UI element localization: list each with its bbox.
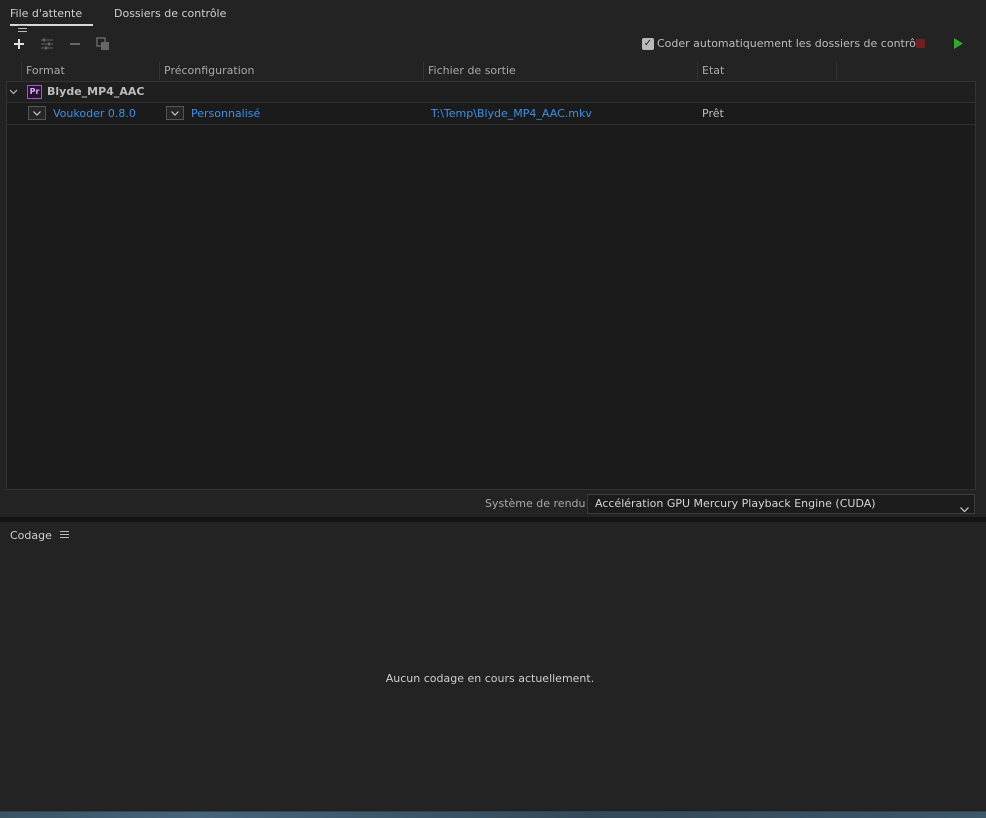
taskbar-strip-gradient <box>0 812 986 818</box>
tab-queue-label: File d'attente <box>10 7 83 20</box>
duplicate-icon[interactable] <box>94 35 112 53</box>
remove-icon[interactable] <box>66 35 84 53</box>
column-header-output[interactable]: Fichier de sortie <box>428 62 516 80</box>
queue-group-name: Blyde_MP4_AAC <box>47 85 145 98</box>
tab-encoding[interactable]: Codage <box>10 528 69 548</box>
status-text: Prêt <box>702 107 724 120</box>
column-separator <box>21 62 22 80</box>
queue-group-row[interactable]: Pr Blyde_MP4_AAC <box>7 82 975 103</box>
stop-icon[interactable] <box>916 39 925 48</box>
format-dropdown-button[interactable] <box>28 106 46 120</box>
empty-encoding-message: Aucun codage en cours actuellement. <box>385 672 595 685</box>
preset-dropdown-button[interactable] <box>166 106 184 120</box>
panel-menu-icon[interactable] <box>18 25 27 33</box>
column-header-preset[interactable]: Préconfiguration <box>164 62 254 80</box>
tab-watch-folders[interactable]: Dossiers de contrôle <box>114 6 226 26</box>
column-header-status[interactable]: Etat <box>702 62 724 80</box>
chevron-down-icon[interactable] <box>9 86 18 99</box>
tab-watch-folders-label: Dossiers de contrôle <box>114 7 227 20</box>
auto-encode-checkbox[interactable]: ✓ <box>642 37 654 50</box>
column-header-format[interactable]: Format <box>26 62 65 80</box>
panel-menu-icon[interactable] <box>59 531 69 539</box>
column-separator <box>423 62 424 80</box>
column-separator <box>159 62 160 80</box>
encoding-panel <box>0 522 986 812</box>
column-separator <box>836 62 837 80</box>
queue-list[interactable] <box>6 81 976 490</box>
renderer-value: Accélération GPU Mercury Playback Engine… <box>595 497 876 510</box>
add-icon[interactable] <box>10 35 28 53</box>
column-separator <box>697 62 698 80</box>
format-link[interactable]: Voukoder 0.8.0 <box>53 107 136 121</box>
queue-item-row[interactable]: Voukoder 0.8.0 Personnalisé T:\Temp\Blyd… <box>7 103 975 125</box>
preset-link[interactable]: Personnalisé <box>191 107 260 121</box>
output-file-link[interactable]: T:\Temp\Blyde_MP4_AAC.mkv <box>431 107 592 121</box>
auto-encode-label: Coder automatiquement les dossiers de co… <box>657 37 926 50</box>
renderer-label: Système de rendu : <box>485 497 593 510</box>
premiere-icon: Pr <box>27 85 42 99</box>
tab-queue[interactable]: File d'attente <box>10 6 93 33</box>
renderer-select[interactable]: Accélération GPU Mercury Playback Engine… <box>587 494 975 514</box>
auto-encode-toggle[interactable]: ✓ Coder automatiquement les dossiers de … <box>642 37 926 50</box>
tab-encoding-label: Codage <box>10 529 52 542</box>
play-icon[interactable] <box>954 38 963 52</box>
settings-sliders-icon[interactable] <box>38 35 56 53</box>
